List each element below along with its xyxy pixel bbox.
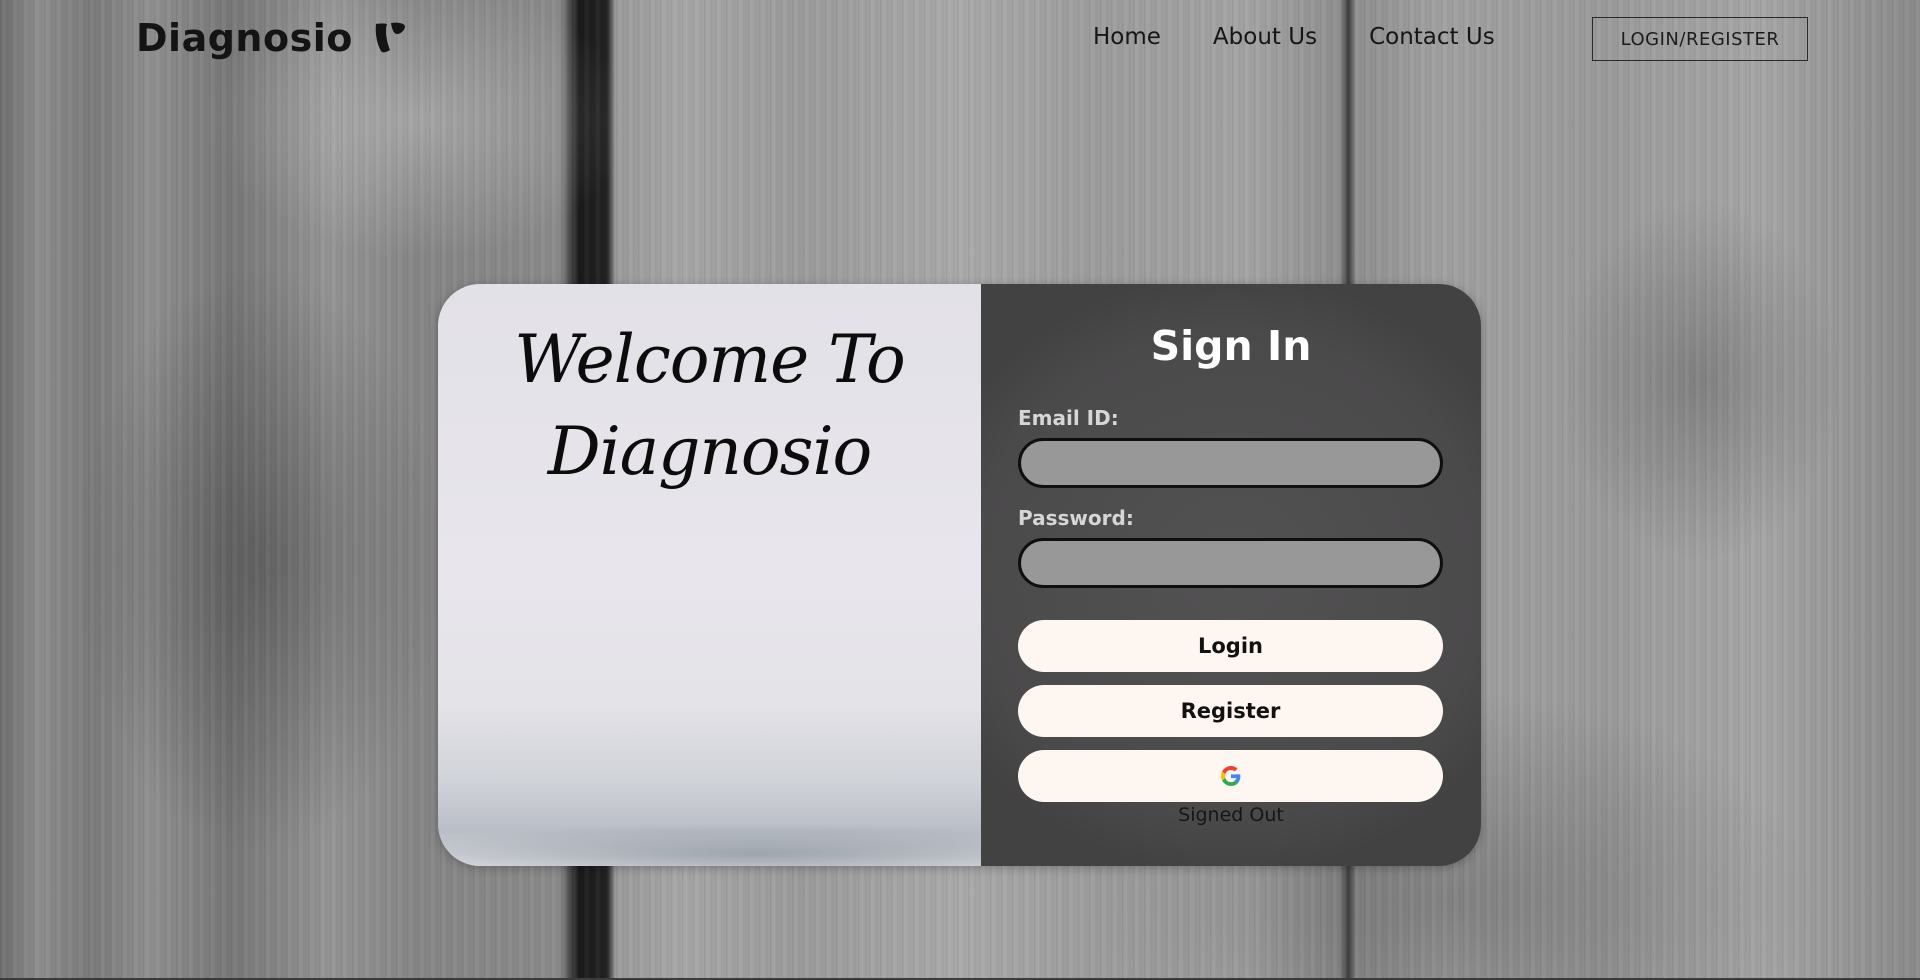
- nav-contact-us[interactable]: Contact Us: [1369, 24, 1495, 50]
- email-label: Email ID:: [1018, 406, 1119, 430]
- typo3-logo-icon: [375, 22, 405, 53]
- signin-panel: Sign In Email ID: Password: Login Regist…: [981, 284, 1481, 866]
- password-label: Password:: [1018, 506, 1134, 530]
- brand[interactable]: Diagnosio: [136, 16, 407, 60]
- nav-home[interactable]: Home: [1093, 24, 1161, 50]
- register-button[interactable]: Register: [1018, 685, 1443, 737]
- welcome-line-2: Diagnosio: [547, 413, 873, 490]
- signin-status: Signed Out: [1178, 804, 1284, 826]
- auth-card: Welcome To Diagnosio Sign In Email ID: P…: [438, 284, 1481, 866]
- welcome-panel: Welcome To Diagnosio: [438, 284, 981, 866]
- welcome-line-1: Welcome To: [514, 321, 906, 398]
- nav-about-us[interactable]: About Us: [1213, 24, 1317, 50]
- brand-name: Diagnosio: [136, 16, 353, 60]
- welcome-title: Welcome To Diagnosio: [438, 314, 981, 498]
- password-field[interactable]: [1018, 538, 1443, 588]
- login-register-button[interactable]: LOGIN/REGISTER: [1592, 17, 1808, 61]
- google-icon: [1220, 766, 1240, 786]
- email-field[interactable]: [1018, 438, 1443, 488]
- site-header: Diagnosio Home About Us Contact Us LOGIN…: [0, 0, 1920, 80]
- login-button[interactable]: Login: [1018, 620, 1443, 672]
- signin-title: Sign In: [1150, 322, 1312, 370]
- google-signin-button[interactable]: [1018, 750, 1443, 802]
- main-nav: Home About Us Contact Us: [1093, 24, 1495, 50]
